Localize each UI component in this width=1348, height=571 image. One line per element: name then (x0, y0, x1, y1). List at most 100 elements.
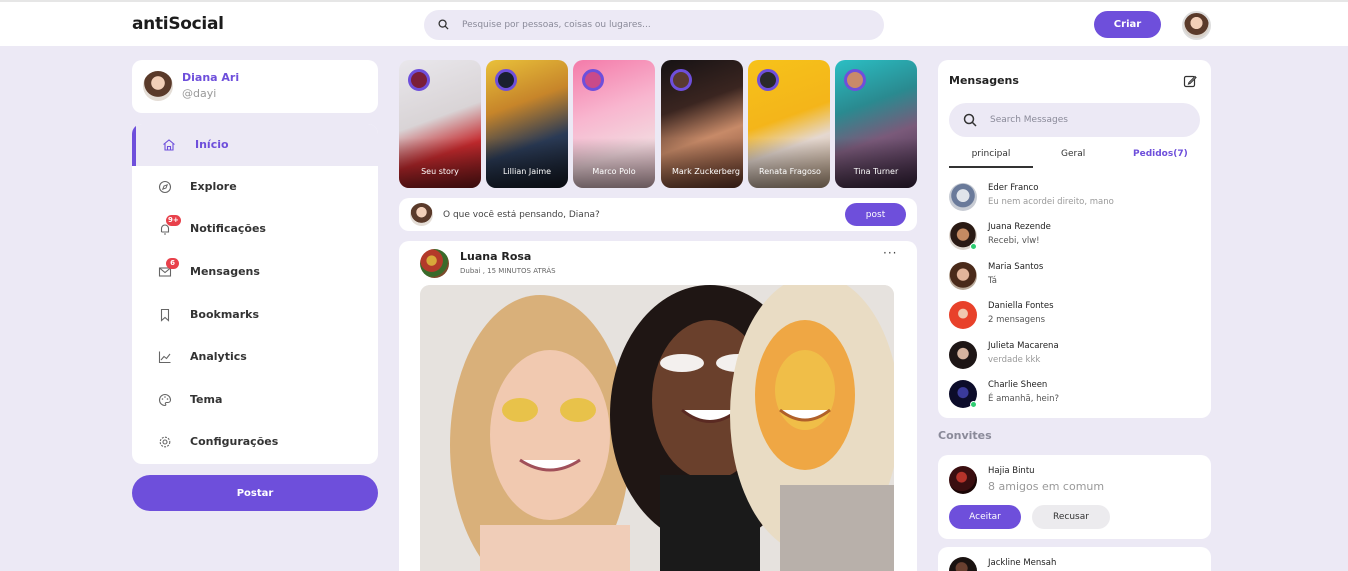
story-card[interactable]: Lillian Jaime (486, 60, 568, 188)
story-name: Tina Turner (853, 167, 899, 176)
sidebar-item-explore[interactable]: Explore (132, 166, 378, 208)
accept-button[interactable]: Aceitar (949, 505, 1021, 529)
message-preview: É amanhã, hein? (988, 394, 1060, 404)
contact-name: Eder Franco (988, 183, 1039, 193)
story-name: Renata Fragoso (759, 167, 821, 176)
message-item[interactable]: Eder Franco Eu nem acordei direito, mano (938, 180, 1211, 216)
chart-icon (158, 351, 171, 364)
create-post-bar: post (399, 198, 917, 231)
decline-button[interactable]: Recusar (1032, 505, 1110, 529)
online-indicator (970, 243, 977, 250)
invite-name[interactable]: Jackline Mensah (988, 558, 1056, 568)
sidebar-item-label: Analytics (190, 350, 247, 363)
contact-avatar (949, 183, 977, 211)
message-item[interactable]: Juana Rezende Recebi, vlw! (938, 219, 1211, 255)
message-search-input[interactable] (990, 103, 1190, 137)
profile-card[interactable]: Diana Ari @dayi (132, 60, 378, 113)
app-logo[interactable]: antiSocial (132, 14, 224, 34)
sidebar-item-mensagens[interactable]: 6 Mensagens (132, 251, 378, 293)
story-avatar (408, 69, 430, 91)
message-item[interactable]: Maria Santos Tá (938, 259, 1211, 295)
story-card[interactable]: Renata Fragoso (748, 60, 830, 188)
story-overlay (399, 138, 481, 188)
invite-name[interactable]: Hajia Bintu (988, 466, 1035, 476)
post-author-name[interactable]: Luana Rosa (460, 250, 531, 263)
sidebar-item-notificacoes[interactable]: 9+ Notificações (132, 208, 378, 250)
create-post-button[interactable]: Postar (132, 475, 378, 511)
tab-geral[interactable]: Geral (1061, 149, 1085, 159)
story-card[interactable]: Seu story (399, 60, 481, 188)
feed-post: Luana Rosa Dubai , 15 MINUTOS ATRÁS ··· (399, 241, 917, 571)
story-card[interactable]: Mark Zuckerberg (661, 60, 743, 188)
post-photo (420, 285, 894, 571)
message-item[interactable]: Daniella Fontes 2 mensagens (938, 298, 1211, 334)
profile-name: Diana Ari (182, 71, 240, 84)
story-card[interactable]: Marco Polo (573, 60, 655, 188)
story-name: Lillian Jaime (502, 167, 552, 176)
composer-avatar (410, 203, 433, 226)
sidebar-item-configuracoes[interactable]: Configurações (132, 421, 378, 463)
gear-icon (159, 436, 171, 448)
story-name: Mark Zuckerberg (672, 167, 741, 176)
post-author-avatar[interactable] (420, 249, 449, 278)
story-overlay (748, 138, 830, 188)
story-name: Seu story (421, 167, 459, 176)
story-card[interactable]: Tina Turner (835, 60, 917, 188)
post-image[interactable] (420, 285, 894, 571)
create-button[interactable]: Criar (1094, 11, 1161, 38)
online-indicator (970, 401, 977, 408)
sidebar-item-label: Bookmarks (190, 308, 259, 321)
message-preview: Tá (988, 276, 997, 286)
top-navbar: antiSocial Criar (0, 0, 1348, 46)
sidebar-item-label: Configurações (190, 435, 279, 448)
sidebar-item-label: Mensagens (190, 265, 260, 278)
contact-avatar (949, 262, 977, 290)
invite-avatar[interactable] (949, 557, 977, 571)
sidebar-item-label: Tema (190, 393, 223, 406)
invite-avatar[interactable] (949, 466, 977, 494)
profile-avatar (143, 71, 173, 101)
tab-pedidos[interactable]: Pedidos(7) (1133, 149, 1188, 159)
global-search[interactable] (424, 10, 884, 40)
tab-principal[interactable]: principal (949, 149, 1033, 168)
story-avatar (495, 69, 517, 91)
messages-title: Mensagens (949, 74, 1019, 87)
message-search[interactable] (949, 103, 1200, 137)
sidebar-item-bookmarks[interactable]: Bookmarks (132, 294, 378, 336)
contact-name: Julieta Macarena (988, 341, 1059, 351)
more-options-icon[interactable]: ··· (883, 246, 897, 260)
message-preview: 2 mensagens (988, 315, 1046, 325)
contact-name: Daniella Fontes (988, 301, 1054, 311)
post-composer-input[interactable] (443, 198, 823, 231)
home-icon (163, 139, 175, 151)
sidebar-item-inicio[interactable]: Início (132, 124, 378, 166)
search-icon (438, 19, 449, 30)
message-preview: Recebi, vlw! (988, 236, 1040, 246)
message-preview: verdade kkk (988, 355, 1041, 365)
messages-panel: Mensagens principal Geral Pedidos(7) Ede… (938, 60, 1211, 418)
invites-title: Convites (938, 429, 992, 442)
story-name: Marco Polo (592, 167, 636, 176)
sidebar-item-label: Notificações (190, 222, 266, 235)
contact-avatar (949, 341, 977, 369)
user-avatar[interactable] (1182, 11, 1211, 40)
notification-badge: 9+ (166, 215, 181, 226)
message-item[interactable]: Julieta Macarena verdade kkk (938, 338, 1211, 374)
profile-handle: @dayi (182, 87, 217, 100)
bookmark-icon (160, 308, 170, 322)
compass-icon (158, 180, 172, 194)
contact-avatar (949, 301, 977, 329)
sidebar-item-tema[interactable]: Tema (132, 379, 378, 421)
sidebar-menu: Início Explore 9+ Notificações 6 Mensage… (132, 124, 378, 464)
story-avatar (582, 69, 604, 91)
post-button[interactable]: post (845, 203, 906, 226)
message-preview: Eu nem acordei direito, mano (988, 197, 1114, 207)
edit-icon[interactable] (1183, 74, 1197, 88)
story-overlay (486, 138, 568, 188)
message-badge: 6 (166, 258, 179, 269)
story-avatar (844, 69, 866, 91)
search-input[interactable] (462, 10, 862, 40)
sidebar-item-analytics[interactable]: Analytics (132, 336, 378, 378)
message-item[interactable]: Charlie Sheen É amanhã, hein? (938, 377, 1211, 413)
sidebar-item-label: Início (195, 138, 229, 151)
